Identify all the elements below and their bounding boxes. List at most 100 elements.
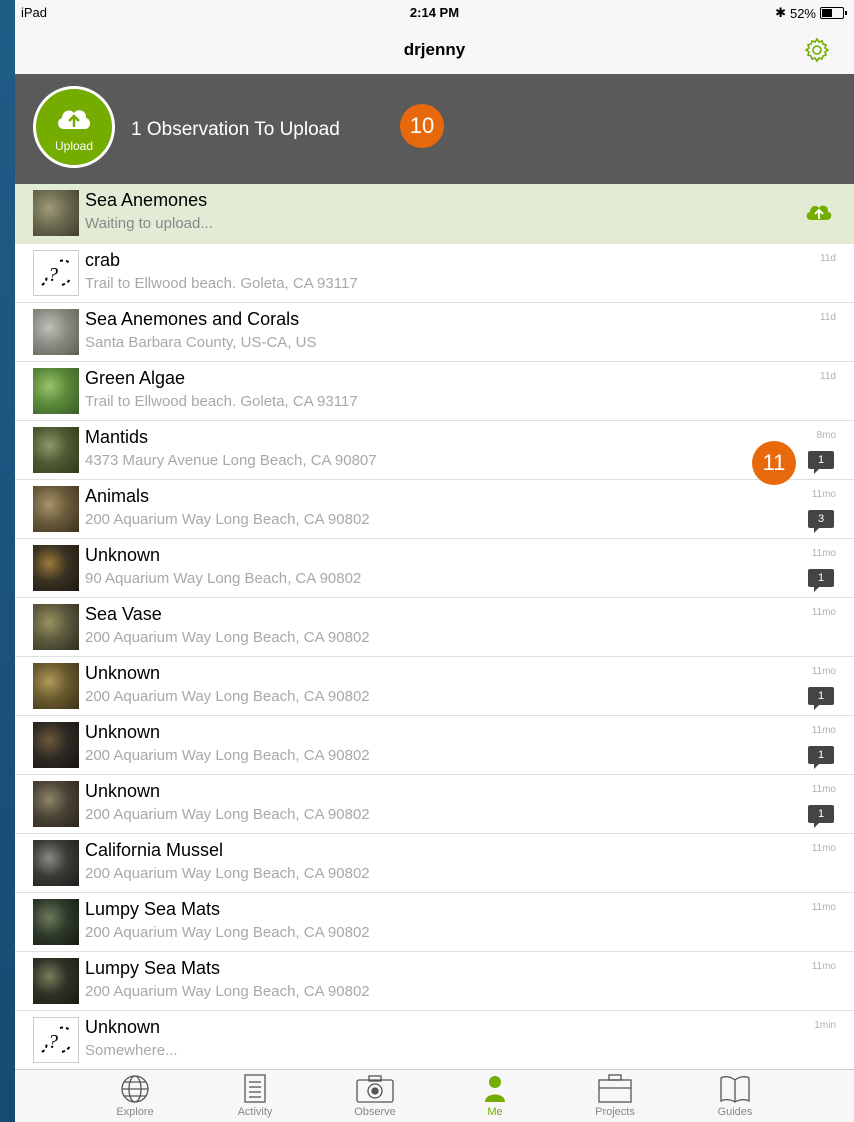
- observation-photo: [33, 190, 79, 236]
- tab-label: Observe: [354, 1106, 396, 1118]
- observation-row[interactable]: Animals 200 Aquarium Way Long Beach, CA 9…: [15, 480, 854, 539]
- bluetooth-icon: ✱: [775, 5, 786, 20]
- camera-icon: [325, 1074, 425, 1104]
- observation-location: 200 Aquarium Way Long Beach, CA 90802: [85, 806, 370, 823]
- battery-fill: [822, 9, 832, 17]
- observation-time: 11mo: [811, 607, 836, 618]
- observation-row[interactable]: Unknown 200 Aquarium Way Long Beach, CA 9…: [15, 775, 854, 834]
- observation-name: Sea Vase: [85, 604, 162, 624]
- observation-location: 200 Aquarium Way Long Beach, CA 90802: [85, 511, 370, 528]
- observation-location: 200 Aquarium Way Long Beach, CA 90802: [85, 747, 370, 764]
- briefcase-icon: [565, 1074, 665, 1104]
- observation-row[interactable]: Unknown 200 Aquarium Way Long Beach, CA 9…: [15, 657, 854, 716]
- callout-badge-10: 10: [400, 104, 444, 148]
- observation-photo: [33, 486, 79, 532]
- observation-row[interactable]: Green Algae Trail to Ellwood beach. Golet…: [15, 362, 854, 421]
- observation-location: 200 Aquarium Way Long Beach, CA 90802: [85, 629, 370, 646]
- observation-name: Mantids: [85, 427, 149, 447]
- observation-name: Unknown: [85, 781, 161, 801]
- comment-count-badge: 1: [808, 805, 834, 828]
- observation-photo: [33, 427, 79, 473]
- observation-name: crab: [85, 250, 121, 270]
- tab-activity[interactable]: Activity: [205, 1070, 305, 1122]
- tab-label: Projects: [595, 1106, 635, 1118]
- globe-icon: [85, 1074, 185, 1104]
- tab-me[interactable]: Me: [445, 1070, 545, 1122]
- observation-list: Sea Anemones Waiting to upload...? crab Tra…: [15, 184, 854, 1070]
- observation-photo: [33, 309, 79, 355]
- observation-location: 90 Aquarium Way Long Beach, CA 90802: [85, 570, 362, 587]
- observation-location: 4373 Maury Avenue Long Beach, CA 90807: [85, 452, 377, 469]
- observation-name: Sea Anemones: [85, 190, 208, 210]
- observation-photo: [33, 781, 79, 827]
- observation-photo: [33, 663, 79, 709]
- observation-photo: [33, 604, 79, 650]
- observation-row[interactable]: Lumpy Sea Mats 200 Aquarium Way Long Beac…: [15, 952, 854, 1011]
- comment-count-badge: 1: [808, 687, 834, 710]
- upload-button[interactable]: Upload: [33, 86, 115, 168]
- battery-icon: [820, 7, 847, 19]
- battery-percent: 52%: [789, 5, 816, 21]
- observation-time: 1min: [814, 1020, 836, 1031]
- observation-row[interactable]: California Mussel 200 Aquarium Way Long B…: [15, 834, 854, 893]
- observation-name: Unknown: [85, 1017, 161, 1037]
- observation-name: Sea Anemones and Corals: [85, 309, 300, 329]
- observation-time: 11mo: [811, 902, 836, 913]
- observation-row[interactable]: Sea Anemones Waiting to upload...: [15, 184, 854, 244]
- status-right: ✱ 52%: [775, 5, 847, 21]
- status-bar: iPad 2:14 PM ✱ 52%: [15, 0, 854, 26]
- observation-name: Unknown: [85, 545, 161, 565]
- observation-time: 11mo: [811, 489, 836, 500]
- tab-label: Explore: [116, 1106, 154, 1118]
- svg-text:?: ?: [48, 264, 58, 286]
- observation-location: Waiting to upload...: [85, 215, 213, 232]
- observation-location: 200 Aquarium Way Long Beach, CA 90802: [85, 924, 370, 941]
- observation-location: 200 Aquarium Way Long Beach, CA 90802: [85, 865, 370, 882]
- observation-time: 11mo: [811, 725, 836, 736]
- observation-location: Trail to Ellwood beach. Goleta, CA 93117: [85, 393, 358, 410]
- observation-row[interactable]: ? crab Trail to Ellwood beach. Goleta, CA …: [15, 244, 854, 303]
- gear-icon[interactable]: [804, 37, 830, 63]
- tab-explore[interactable]: Explore: [85, 1070, 185, 1122]
- observation-location: 200 Aquarium Way Long Beach, CA 90802: [85, 983, 370, 1000]
- tab-observe[interactable]: Observe: [325, 1070, 425, 1122]
- observation-time: 11d: [820, 312, 836, 323]
- tab-label: Guides: [717, 1106, 753, 1118]
- observation-row[interactable]: Lumpy Sea Mats 200 Aquarium Way Long Beac…: [15, 893, 854, 952]
- observation-location: Santa Barbara County, US-CA, US: [85, 334, 317, 351]
- observation-row[interactable]: Unknown 200 Aquarium Way Long Beach, CA 9…: [15, 716, 854, 775]
- observation-row[interactable]: Sea Vase 200 Aquarium Way Long Beach, CA …: [15, 598, 854, 657]
- callout-badge-11: 11: [752, 441, 796, 485]
- clock: 2:14 PM: [409, 5, 460, 20]
- observation-photo: [33, 840, 79, 886]
- observation-time: 11mo: [811, 961, 836, 972]
- tab-guides[interactable]: Guides: [685, 1070, 785, 1122]
- tab-projects[interactable]: Projects: [565, 1070, 665, 1122]
- unknown-species-icon: ?: [33, 1017, 79, 1063]
- cloud-upload-icon: [58, 110, 91, 129]
- upload-message: 1 Observation To Upload: [131, 119, 340, 140]
- observation-time: 11mo: [811, 548, 836, 559]
- observation-name: Green Algae: [85, 368, 186, 388]
- observation-photo: [33, 899, 79, 945]
- observation-row[interactable]: Unknown 90 Aquarium Way Long Beach, CA 90…: [15, 539, 854, 598]
- cloud-upload-icon[interactable]: [804, 200, 834, 229]
- observation-time: 11d: [820, 371, 836, 382]
- observation-time: 11mo: [811, 843, 836, 854]
- observation-name: Animals: [85, 486, 150, 506]
- observation-name: Unknown: [85, 722, 161, 742]
- observation-name: California Mussel: [85, 840, 224, 860]
- tab-bar: Explore Activity Observe Me Projects Guides: [15, 1069, 854, 1122]
- observation-location: 200 Aquarium Way Long Beach, CA 90802: [85, 688, 370, 705]
- person-icon: [445, 1074, 545, 1104]
- nav-bar: drjenny: [15, 26, 854, 75]
- comment-count-badge: 1: [808, 451, 834, 474]
- observation-row[interactable]: Mantids 4373 Maury Avenue Long Beach, CA …: [15, 421, 854, 480]
- page-title: drjenny: [403, 40, 466, 59]
- observation-row[interactable]: ? Unknown Somewhere... 1min: [15, 1011, 854, 1070]
- list-icon: [205, 1074, 305, 1104]
- observation-time: 8mo: [816, 430, 836, 441]
- observation-row[interactable]: Sea Anemones and Corals Santa Barbara Cou…: [15, 303, 854, 362]
- observation-location: Trail to Ellwood beach. Goleta, CA 93117: [85, 275, 358, 292]
- observation-time: 11mo: [811, 784, 836, 795]
